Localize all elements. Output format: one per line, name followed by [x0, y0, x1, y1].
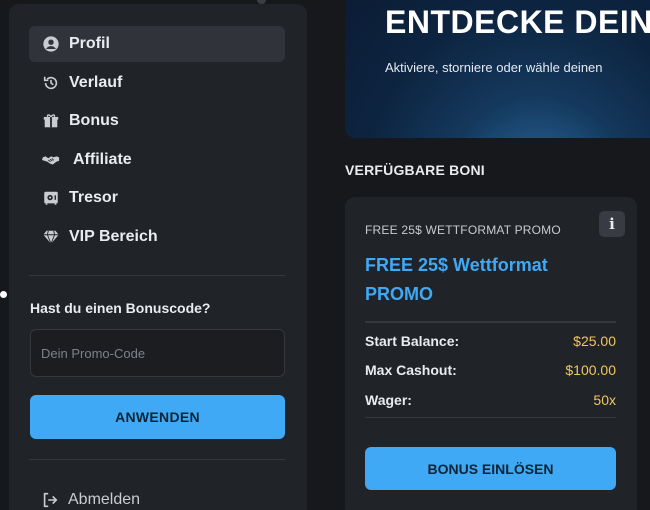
- diamond-icon: [41, 227, 61, 247]
- nav-item-tresor[interactable]: Tresor: [29, 180, 285, 216]
- hero-subtitle: Aktiviere, storniere oder wähle deinen: [385, 60, 603, 75]
- gift-icon: [41, 111, 61, 131]
- sidebar-divider: [29, 459, 285, 460]
- redeem-bonus-button[interactable]: BONUS EINLÖSEN: [365, 447, 616, 490]
- section-title: VERFÜGBARE BONI: [345, 162, 485, 178]
- safe-icon: [41, 188, 61, 208]
- nav-label: Tresor: [69, 189, 118, 207]
- logout-icon: [40, 490, 60, 510]
- slider-indicator-dot: [0, 291, 7, 298]
- card-divider: [365, 417, 616, 418]
- promo-code-input[interactable]: [30, 329, 285, 377]
- card-divider: [365, 321, 616, 323]
- bonus-card: FREE 25$ WETTFORMAT PROMO i FREE 25$ Wet…: [345, 197, 637, 510]
- stat-row: Wager: 50x: [365, 392, 616, 408]
- nav-label: Affiliate: [73, 150, 132, 168]
- logout-button[interactable]: Abmelden: [40, 490, 140, 510]
- bonus-card-title: FREE 25$ Wettformat PROMO: [365, 255, 548, 304]
- promo-code-heading: Hast du einen Bonuscode?: [30, 300, 211, 316]
- stat-label: Wager:: [365, 392, 412, 408]
- bonus-card-label: FREE 25$ WETTFORMAT PROMO: [365, 223, 561, 237]
- stat-value: $25.00: [573, 333, 616, 349]
- info-icon[interactable]: i: [599, 211, 625, 237]
- nav-label: Verlauf: [69, 73, 123, 91]
- nav-item-profil[interactable]: Profil: [29, 26, 285, 62]
- handshake-icon: [41, 150, 61, 170]
- account-nav: Profil Verlauf Bonus Affiliate Tresor VI…: [29, 26, 285, 258]
- user-circle-icon: [41, 34, 61, 54]
- stat-label: Max Cashout:: [365, 362, 457, 378]
- stat-row: Max Cashout: $100.00: [365, 362, 616, 378]
- logout-label: Abmelden: [68, 491, 141, 508]
- nav-label: Bonus: [69, 112, 119, 130]
- nav-item-verlauf[interactable]: Verlauf: [29, 65, 285, 101]
- hero-title: ENTDECKE DEINE: [385, 4, 650, 40]
- stat-row: Start Balance: $25.00: [365, 333, 616, 349]
- hero-banner: ENTDECKE DEINE Aktiviere, storniere oder…: [345, 0, 650, 138]
- stat-label: Start Balance:: [365, 333, 460, 349]
- sidebar-divider: [29, 275, 285, 276]
- nav-label: Profil: [69, 35, 110, 52]
- nav-label: VIP Bereich: [69, 227, 158, 245]
- nav-item-affiliate[interactable]: Affiliate: [29, 142, 285, 178]
- stat-value: 50x: [593, 392, 616, 408]
- apply-promo-button[interactable]: ANWENDEN: [30, 395, 285, 439]
- account-sidebar: Profil Verlauf Bonus Affiliate Tresor VI…: [9, 4, 307, 510]
- stat-value: $100.00: [565, 362, 616, 378]
- nav-item-vip[interactable]: VIP Bereich: [29, 219, 285, 255]
- history-icon: [41, 73, 61, 93]
- nav-item-bonus[interactable]: Bonus: [29, 103, 285, 139]
